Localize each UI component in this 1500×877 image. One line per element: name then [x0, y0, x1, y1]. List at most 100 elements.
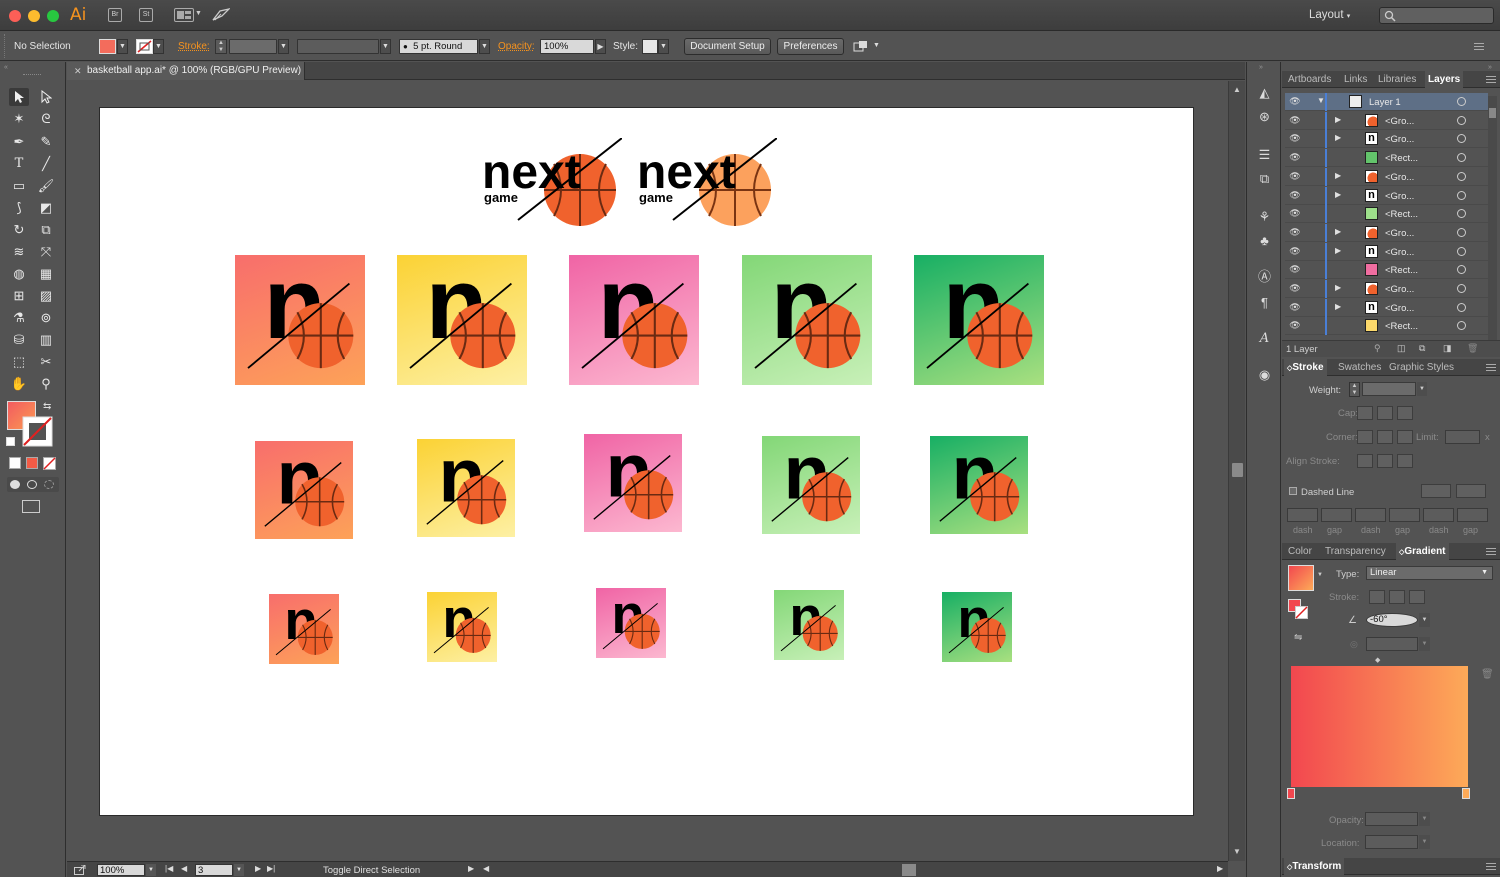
scroll-down-icon[interactable]: ▼	[1233, 847, 1241, 856]
eye-icon[interactable]: 👁	[1288, 152, 1302, 164]
collapse-icon[interactable]: »	[1259, 64, 1263, 71]
previous-artboard-icon[interactable]: ◀	[181, 864, 187, 873]
create-new-layer-icon[interactable]: ◨	[1443, 343, 1452, 354]
fill-swatch[interactable]	[99, 39, 116, 54]
character-icon[interactable]: Ⓐ	[1256, 268, 1273, 285]
stop-location-dropdown[interactable]: ▼	[1419, 835, 1430, 849]
eye-icon[interactable]: 👁	[1288, 320, 1302, 332]
stroke-weight-field[interactable]	[229, 39, 277, 54]
delete-stop-icon[interactable]: 🗑	[1481, 669, 1494, 680]
color-guide-icon[interactable]: ◭	[1256, 84, 1273, 101]
stroke-mini-swatch[interactable]	[1295, 606, 1308, 619]
eye-icon[interactable]: 👁	[1288, 115, 1302, 127]
status-text[interactable]: Toggle Direct Selection	[323, 865, 420, 876]
stroke-weight-stepper[interactable]: ▲ ▼	[215, 39, 227, 54]
app-icon-lightgreen-small[interactable]: n	[774, 590, 844, 660]
swap-fill-stroke-icon[interactable]: ⇆	[43, 401, 51, 412]
symbols-icon[interactable]: ⚘	[1256, 208, 1273, 225]
tab-transparency[interactable]: Transparency	[1325, 543, 1386, 560]
target-circle-icon[interactable]	[1457, 171, 1466, 181]
gap-field[interactable]	[1457, 508, 1488, 522]
apply-along-stroke-button[interactable]	[1389, 590, 1405, 604]
eye-icon[interactable]: 👁	[1288, 227, 1302, 239]
curvature-tool-icon[interactable]: ✎	[36, 133, 56, 151]
app-icon-pink-medium[interactable]: n	[584, 434, 682, 532]
stroke-dropdown[interactable]: ▼	[153, 39, 164, 54]
app-icon-yellow-medium[interactable]: n	[417, 439, 515, 537]
layer-row[interactable]: 👁 ▶ n <Gro...	[1285, 298, 1488, 317]
panel-grip[interactable]	[23, 74, 41, 76]
gap-field[interactable]	[1389, 508, 1420, 522]
layer-row[interactable]: 👁 ▶ n <Gro...	[1285, 186, 1488, 205]
stroke-label[interactable]: Stroke:	[178, 41, 210, 52]
apply-across-stroke-button[interactable]	[1409, 590, 1425, 604]
app-icon-green-large[interactable]: n	[914, 255, 1044, 385]
app-icon-coral-large[interactable]: n	[235, 255, 365, 385]
screen-mode-icon[interactable]	[22, 500, 40, 513]
control-bar-grip[interactable]	[4, 34, 8, 58]
aspect-ratio-field[interactable]	[1366, 637, 1418, 651]
direct-selection-tool-icon[interactable]	[36, 88, 56, 106]
opacity-arrow[interactable]: ▶	[595, 39, 606, 54]
help-search-input[interactable]	[1379, 7, 1494, 24]
eye-icon[interactable]: 👁	[1288, 208, 1302, 220]
app-icon-green-small[interactable]: n	[942, 592, 1012, 662]
align-dash-button[interactable]	[1456, 484, 1486, 498]
document-tab[interactable]: ✕ basketball app.ai* @ 100% (RGB/GPU Pre…	[67, 62, 305, 80]
shaper-tool-icon[interactable]: ⟆	[9, 199, 29, 217]
artboard-number-field[interactable]: 3	[195, 864, 233, 876]
weight-stepper[interactable]: ▲ ▼	[1349, 382, 1360, 397]
tab-links[interactable]: Links	[1344, 71, 1367, 88]
gradient-stop-start[interactable]	[1287, 788, 1295, 799]
locate-object-icon[interactable]: ⚲	[1374, 343, 1381, 354]
gradient-preview-swatch[interactable]	[1288, 565, 1314, 591]
gpu-performance-icon[interactable]	[212, 8, 230, 22]
width-tool-icon[interactable]: ≋	[9, 243, 29, 261]
glyphs-icon[interactable]: A	[1256, 330, 1273, 347]
pathfinder-icon[interactable]: ⧉	[1256, 170, 1273, 187]
projecting-cap-button[interactable]	[1397, 406, 1413, 420]
angle-dropdown[interactable]: ▼	[1419, 613, 1430, 627]
app-icon-lightgreen-medium[interactable]: n	[762, 436, 860, 534]
stop-location-field[interactable]	[1365, 835, 1418, 849]
selection-tool-icon[interactable]	[9, 88, 29, 106]
scroll-right-icon[interactable]: ▶	[1217, 864, 1223, 873]
angle-field[interactable]: -60°	[1366, 613, 1418, 627]
layer-row[interactable]: 👁 <Rect...	[1285, 149, 1488, 168]
perspective-grid-tool-icon[interactable]: ▦	[36, 265, 56, 283]
draw-behind-icon[interactable]	[27, 480, 37, 489]
miter-join-button[interactable]	[1357, 430, 1373, 444]
tab-libraries[interactable]: Libraries	[1378, 71, 1416, 88]
weight-dropdown[interactable]: ▼	[1417, 382, 1427, 396]
app-icon-coral-small[interactable]: n	[269, 594, 339, 664]
paintbrush-tool-icon[interactable]: 🖌	[36, 177, 56, 195]
artboard-dropdown[interactable]: ▼	[234, 864, 244, 876]
eye-icon[interactable]: 👁	[1288, 171, 1302, 183]
eye-icon[interactable]: 👁	[1288, 246, 1302, 258]
eye-icon[interactable]: 👁	[1288, 283, 1302, 295]
panel-menu-icon[interactable]	[1486, 863, 1496, 870]
free-transform-tool-icon[interactable]: ⤧	[36, 243, 56, 261]
stop-opacity-field[interactable]	[1365, 812, 1418, 826]
navigator-icon[interactable]: ⊛	[1256, 108, 1273, 125]
aspect-ratio-dropdown[interactable]: ▼	[1419, 637, 1430, 651]
arrange-icon[interactable]	[853, 41, 869, 53]
tab-gradient[interactable]: ◇Gradient	[1396, 543, 1449, 560]
canvas[interactable]: next game next game n n n n n n n n n n …	[67, 81, 1228, 861]
target-circle-icon[interactable]	[1457, 115, 1466, 125]
target-circle-icon[interactable]	[1457, 190, 1466, 200]
draw-normal-icon[interactable]	[10, 480, 20, 489]
layers-scrollbar[interactable]	[1488, 96, 1497, 340]
artboard-tool-icon[interactable]: ⬚	[9, 353, 29, 371]
line-segment-tool-icon[interactable]: ╱	[36, 155, 56, 173]
layer-row[interactable]: 👁 <Rect...	[1285, 205, 1488, 224]
vertical-scroll-thumb[interactable]	[1232, 463, 1243, 477]
hand-tool-icon[interactable]: ✋	[9, 375, 29, 393]
panel-menu-icon[interactable]	[1486, 76, 1496, 83]
stroke-swatch[interactable]	[136, 39, 153, 54]
zoom-level-field[interactable]: 100%	[97, 864, 145, 876]
gradient-slider-preview[interactable]	[1291, 666, 1468, 787]
align-outside-button[interactable]	[1397, 454, 1413, 468]
reverse-gradient-icon[interactable]: ⇋	[1294, 632, 1302, 643]
delete-layer-icon[interactable]: 🗑	[1467, 343, 1478, 354]
